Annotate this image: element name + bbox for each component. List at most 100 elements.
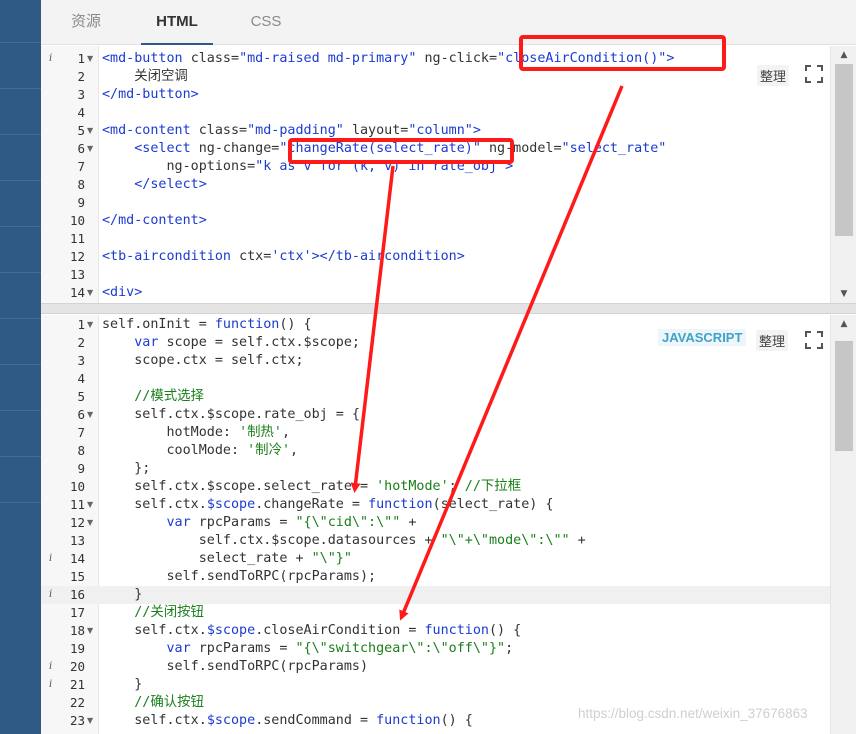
code-text: </md-button> bbox=[102, 87, 199, 102]
code-text: self.ctx.$scope.datasources + "\"+\"mode… bbox=[102, 533, 586, 548]
code-line[interactable]: 10 self.ctx.$scope.select_rate = 'hotMod… bbox=[41, 478, 830, 496]
code-text: var scope = self.ctx.$scope; bbox=[134, 335, 360, 350]
javascript-code-editor[interactable]: 1 ▼ self.onInit = function() {2 var scope … bbox=[41, 315, 856, 734]
line-number: 6 bbox=[77, 407, 85, 422]
code-line[interactable]: 8 </select> bbox=[41, 176, 830, 194]
tab-html[interactable]: HTML bbox=[141, 0, 213, 45]
js-editor-scrollbar[interactable]: ▲ bbox=[830, 315, 856, 734]
line-number: 3 bbox=[77, 87, 85, 102]
code-line[interactable]: 18 ▼ self.ctx.$scope.closeAirCondition = … bbox=[41, 622, 830, 640]
fold-arrow-icon[interactable]: ▼ bbox=[87, 496, 93, 514]
html-editor-scrollbar[interactable]: ▲ ▼ bbox=[830, 46, 856, 303]
fold-arrow-icon[interactable]: ▼ bbox=[87, 406, 93, 424]
code-line[interactable]: 6 ▼ self.ctx.$scope.rate_obj = { bbox=[41, 406, 830, 424]
code-line[interactable]: 20 i self.sendToRPC(rpcParams) bbox=[41, 658, 830, 676]
scroll-up-icon[interactable]: ▲ bbox=[831, 317, 856, 331]
code-text: </select> bbox=[134, 177, 207, 192]
code-text: self.ctx.$scope.select_rate = 'hotMode';… bbox=[102, 479, 522, 494]
html-code-editor[interactable]: 1 i ▼ <md-button class="md-raised md-primar… bbox=[41, 46, 856, 303]
code-line[interactable]: 14 ▼ <div> bbox=[41, 284, 830, 302]
code-line[interactable]: 3 scope.ctx = self.ctx; bbox=[41, 352, 830, 370]
scroll-down-icon[interactable]: ▼ bbox=[831, 287, 856, 301]
code-line[interactable]: 4 bbox=[41, 104, 830, 122]
line-number: 1 bbox=[77, 317, 85, 332]
line-number: 22 bbox=[69, 695, 85, 710]
fold-arrow-icon[interactable]: ▼ bbox=[87, 140, 93, 158]
fullscreen-icon[interactable] bbox=[804, 64, 824, 84]
code-text: hotMode: '制热', bbox=[102, 425, 291, 440]
fold-arrow-icon[interactable]: ▼ bbox=[87, 514, 93, 532]
watermark: https://blog.csdn.net/weixin_37676863 bbox=[578, 706, 808, 721]
code-text: self.ctx.$scope.sendCommand = function()… bbox=[102, 713, 473, 728]
fold-arrow-icon[interactable]: ▼ bbox=[87, 712, 93, 730]
code-line[interactable]: 5 //模式选择 bbox=[41, 388, 830, 406]
scroll-up-icon[interactable]: ▲ bbox=[831, 48, 856, 62]
code-text: self.ctx.$scope.closeAirCondition = func… bbox=[102, 623, 522, 638]
code-line[interactable]: 9 }; bbox=[41, 460, 830, 478]
code-line[interactable]: 8 coolMode: '制冷', bbox=[41, 442, 830, 460]
line-number: 12 bbox=[69, 515, 85, 530]
code-line[interactable]: 15 self.sendToRPC(rpcParams); bbox=[41, 568, 830, 586]
line-number: 11 bbox=[69, 497, 85, 512]
info-icon[interactable]: i bbox=[49, 676, 52, 694]
code-line[interactable]: 7 hotMode: '制热', bbox=[41, 424, 830, 442]
code-line[interactable]: 11 ▼ self.ctx.$scope.changeRate = functio… bbox=[41, 496, 830, 514]
line-number: 18 bbox=[69, 623, 85, 638]
code-line[interactable]: 9 bbox=[41, 194, 830, 212]
fold-arrow-icon[interactable]: ▼ bbox=[87, 50, 93, 68]
line-number: 19 bbox=[69, 641, 85, 656]
info-icon[interactable]: i bbox=[49, 586, 52, 604]
info-icon[interactable]: i bbox=[49, 550, 52, 568]
editor-resize-handle[interactable] bbox=[41, 303, 856, 314]
code-line[interactable]: 14 i select_rate + "\"}" bbox=[41, 550, 830, 568]
annotation-box-closeaircondition bbox=[519, 35, 726, 71]
fold-arrow-icon[interactable]: ▼ bbox=[87, 122, 93, 140]
code-line[interactable]: 11 bbox=[41, 230, 830, 248]
line-number: 5 bbox=[77, 389, 85, 404]
fullscreen-icon[interactable] bbox=[804, 330, 824, 350]
line-number: 9 bbox=[77, 195, 85, 210]
code-text: var rpcParams = "{\"cid\":\"" + bbox=[166, 515, 417, 530]
widget-editor: 资源 HTML CSS 1 i ▼ <md-button class="md-rais… bbox=[41, 0, 856, 734]
line-number: 13 bbox=[69, 267, 85, 282]
code-text: 关闭空调 bbox=[102, 69, 188, 84]
code-text: select_rate + "\"}" bbox=[102, 551, 352, 566]
code-text: </md-content> bbox=[102, 213, 207, 228]
tab-css[interactable]: CSS bbox=[233, 0, 299, 45]
line-number: 16 bbox=[69, 587, 85, 602]
code-line[interactable]: 17 //关闭按钮 bbox=[41, 604, 830, 622]
code-text: self.sendToRPC(rpcParams) bbox=[102, 659, 369, 674]
code-line[interactable]: 16 i } bbox=[41, 586, 830, 604]
code-line[interactable]: 19 var rpcParams = "{\"switchgear\":\"of… bbox=[41, 640, 830, 658]
code-text: <div> bbox=[102, 285, 143, 300]
info-icon[interactable]: i bbox=[49, 658, 52, 676]
code-line[interactable]: 21 i } bbox=[41, 676, 830, 694]
code-line[interactable]: 13 self.ctx.$scope.datasources + "\"+\"m… bbox=[41, 532, 830, 550]
line-number: 21 bbox=[69, 677, 85, 692]
scroll-thumb[interactable] bbox=[835, 64, 853, 236]
line-number: 17 bbox=[69, 605, 85, 620]
code-text: self.sendToRPC(rpcParams); bbox=[102, 569, 377, 584]
fold-arrow-icon[interactable]: ▼ bbox=[87, 284, 93, 302]
format-button[interactable]: 整理 bbox=[756, 330, 789, 351]
scroll-thumb[interactable] bbox=[835, 341, 853, 451]
annotation-box-changerate bbox=[288, 138, 514, 164]
line-number: 4 bbox=[77, 371, 85, 386]
code-line[interactable]: 12 ▼ var rpcParams = "{\"cid\":\"" + bbox=[41, 514, 830, 532]
code-line[interactable]: 10 </md-content> bbox=[41, 212, 830, 230]
line-number: 11 bbox=[69, 231, 85, 246]
tab-resources[interactable]: 资源 bbox=[51, 0, 121, 45]
format-button[interactable]: 整理 bbox=[757, 65, 790, 86]
info-icon[interactable]: i bbox=[49, 50, 52, 68]
code-text: <tb-aircondition ctx='ctx'></tb-aircondi… bbox=[102, 249, 465, 264]
code-line[interactable]: 4 bbox=[41, 370, 830, 388]
editor-tabs: 资源 HTML CSS bbox=[41, 0, 856, 45]
fold-arrow-icon[interactable]: ▼ bbox=[87, 622, 93, 640]
fold-arrow-icon[interactable]: ▼ bbox=[87, 316, 93, 334]
language-badge: JAVASCRIPT bbox=[658, 329, 747, 346]
line-number: 20 bbox=[69, 659, 85, 674]
code-line[interactable]: 12 <tb-aircondition ctx='ctx'></tb-aircon… bbox=[41, 248, 830, 266]
line-number: 8 bbox=[77, 443, 85, 458]
code-line[interactable]: 13 bbox=[41, 266, 830, 284]
code-line[interactable]: 3 </md-button> bbox=[41, 86, 830, 104]
